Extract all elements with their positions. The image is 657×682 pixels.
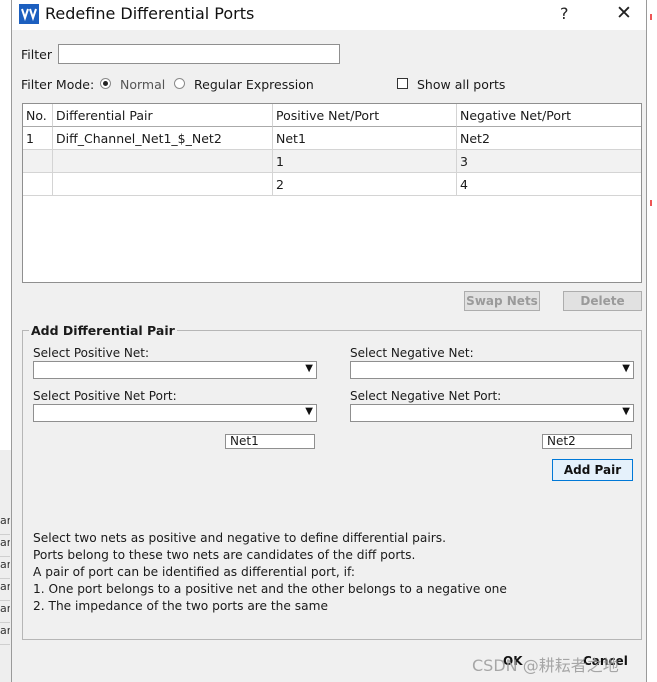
description-line: 2. The impedance of the two ports are th… (33, 599, 328, 613)
background-marker (650, 14, 652, 20)
background-cell: ar (0, 514, 10, 535)
delete-button[interactable]: Delete (563, 291, 642, 311)
description-line: Select two nets as positive and negative… (33, 531, 446, 545)
table-cell[interactable] (23, 150, 53, 173)
description-line: 1. One port belongs to a positive net an… (33, 582, 507, 596)
background-cell: ar (0, 580, 10, 601)
show-all-ports-checkbox[interactable] (397, 78, 408, 89)
table-cell[interactable] (23, 173, 53, 196)
table-cell[interactable]: 1 (23, 127, 53, 150)
dropdown-arrow-icon: ▼ (622, 406, 630, 417)
normal-radio-label: Normal (120, 77, 166, 92)
column-header-positive[interactable]: Positive Net/Port (273, 104, 457, 127)
background-cell: ar (0, 602, 10, 623)
dropdown-arrow-icon: ▼ (305, 406, 313, 417)
select-negative-net-label: Select Negative Net: (350, 346, 474, 360)
select-positive-net-port-label: Select Positive Net Port: (33, 389, 177, 403)
select-positive-net-label: Select Positive Net: (33, 346, 150, 360)
normal-radio[interactable] (100, 78, 111, 89)
csdn-watermark: CSDN @耕耘者之地 (472, 656, 619, 675)
table-cell[interactable]: 1 (273, 150, 457, 173)
negative-net-select[interactable]: ▼ (350, 361, 634, 379)
negative-net-port-select[interactable]: ▼ (350, 404, 634, 422)
select-negative-net-port-label: Select Negative Net Port: (350, 389, 502, 403)
background-cell: ar (0, 558, 10, 579)
background-marker (650, 200, 652, 206)
title-bar: Redefine Differential Ports ? ✕ (12, 0, 646, 30)
background-cell: ar (0, 624, 10, 645)
help-button[interactable]: ? (560, 4, 569, 23)
description-line: A pair of port can be identified as diff… (33, 565, 355, 579)
differential-pairs-table: No. Differential Pair Positive Net/Port … (22, 103, 642, 283)
dropdown-arrow-icon: ▼ (305, 363, 313, 374)
column-header-no[interactable]: No. (23, 104, 53, 127)
table-cell[interactable]: Diff_Channel_Net1_$_Net2 (53, 127, 273, 150)
positive-net-display: Net1 (225, 434, 315, 449)
close-button[interactable]: ✕ (616, 2, 632, 24)
filter-label: Filter (21, 47, 52, 62)
app-logo-icon (19, 4, 39, 24)
column-header-negative[interactable]: Negative Net/Port (457, 104, 641, 127)
description-line: Ports belong to these two nets are candi… (33, 548, 416, 562)
swap-nets-button[interactable]: Swap Nets (464, 291, 540, 311)
table-cell[interactable] (53, 150, 273, 173)
table-cell[interactable]: 2 (273, 173, 457, 196)
negative-net-display: Net2 (542, 434, 632, 449)
filter-mode-label: Filter Mode: (21, 77, 95, 92)
window-title: Redefine Differential Ports (45, 4, 255, 23)
dropdown-arrow-icon: ▼ (622, 363, 630, 374)
table-cell[interactable]: Net1 (273, 127, 457, 150)
positive-net-port-select[interactable]: ▼ (33, 404, 317, 422)
show-all-ports-label: Show all ports (417, 77, 506, 92)
add-differential-pair-title: Add Differential Pair (29, 323, 177, 338)
column-header-differential-pair[interactable]: Differential Pair (53, 104, 273, 127)
positive-net-select[interactable]: ▼ (33, 361, 317, 379)
regular-expression-radio-label: Regular Expression (194, 77, 314, 92)
regular-expression-radio[interactable] (174, 78, 185, 89)
add-pair-button[interactable]: Add Pair (552, 459, 633, 481)
help-description: Select two nets as positive and negative… (33, 530, 507, 615)
table-cell[interactable]: Net2 (457, 127, 641, 150)
table-cell[interactable]: 3 (457, 150, 641, 173)
filter-input[interactable] (58, 44, 340, 64)
table-cell[interactable] (53, 173, 273, 196)
redefine-differential-ports-dialog: Redefine Differential Ports ? ✕ Filter F… (11, 0, 647, 682)
table-cell[interactable]: 4 (457, 173, 641, 196)
background-cell: ar (0, 536, 10, 557)
